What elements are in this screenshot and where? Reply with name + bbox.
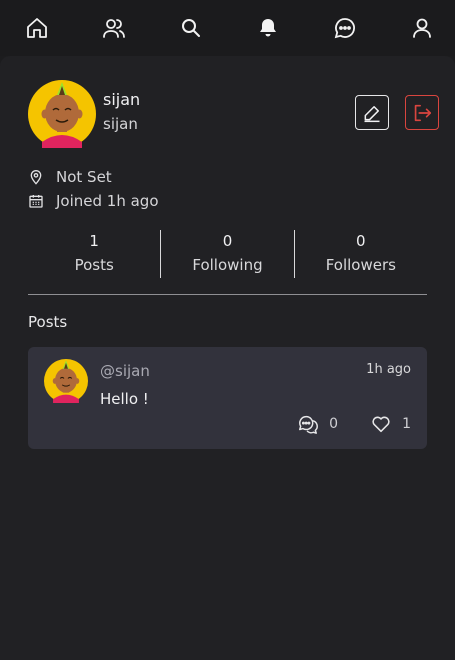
stat-following-value: 0: [222, 232, 233, 250]
nav-home[interactable]: [24, 15, 50, 41]
post-actions: 0 1: [297, 413, 411, 435]
section-divider: [28, 294, 427, 295]
stat-following-label: Following: [192, 256, 263, 274]
logout-icon: [414, 104, 432, 121]
nav-notifications[interactable]: [255, 15, 281, 41]
stat-posts[interactable]: 1 Posts: [28, 230, 160, 278]
joined-row: Joined 1h ago: [28, 192, 159, 210]
nav-profile[interactable]: [409, 15, 435, 41]
comment-icon: [299, 415, 319, 434]
post-author-handle[interactable]: @sijan: [100, 362, 150, 380]
joined-text: Joined 1h ago: [56, 192, 159, 210]
comment-count: 0: [329, 416, 339, 432]
comment-button[interactable]: 0: [297, 413, 338, 435]
search-icon: [182, 19, 200, 37]
post-body: Hello !: [100, 390, 149, 408]
location-pin-icon: [30, 170, 42, 185]
chat-icon: [334, 18, 355, 39]
stat-followers-value: 0: [356, 232, 366, 250]
stat-followers-label: Followers: [325, 256, 396, 274]
post-timestamp: 1h ago: [366, 362, 411, 377]
stat-posts-value: 1: [89, 232, 99, 250]
like-button[interactable]: 1: [370, 413, 411, 435]
nav-messages[interactable]: [332, 15, 358, 41]
avatar: [28, 80, 96, 148]
heart-icon: [372, 416, 390, 433]
location-row: Not Set: [28, 168, 112, 186]
post-card[interactable]: @sijan 1h ago Hello ! 0 1: [28, 347, 427, 449]
like-count: 1: [402, 416, 411, 432]
profile-panel: sijan sijan Not Set Joined 1h ago 1 Post…: [0, 56, 455, 660]
location-text: Not Set: [56, 168, 112, 186]
bell-icon: [260, 19, 276, 37]
logout-button[interactable]: [405, 95, 439, 130]
profile-stats: 1 Posts 0 Following 0 Followers: [28, 230, 427, 278]
post-avatar: [44, 359, 88, 403]
posts-section-title: Posts: [28, 313, 68, 331]
user-icon: [413, 18, 431, 38]
top-nav: [0, 0, 455, 56]
edit-icon: [364, 105, 380, 122]
profile-username: sijan: [103, 115, 138, 133]
edit-profile-button[interactable]: [355, 95, 389, 130]
profile-name: sijan: [103, 90, 141, 109]
stat-following[interactable]: 0 Following: [160, 230, 293, 278]
nav-search[interactable]: [178, 15, 204, 41]
nav-users[interactable]: [101, 15, 127, 41]
home-icon: [27, 18, 47, 38]
stat-followers[interactable]: 0 Followers: [293, 230, 427, 278]
users-icon: [103, 19, 125, 38]
stat-posts-label: Posts: [74, 256, 114, 274]
calendar-icon: [29, 195, 43, 208]
